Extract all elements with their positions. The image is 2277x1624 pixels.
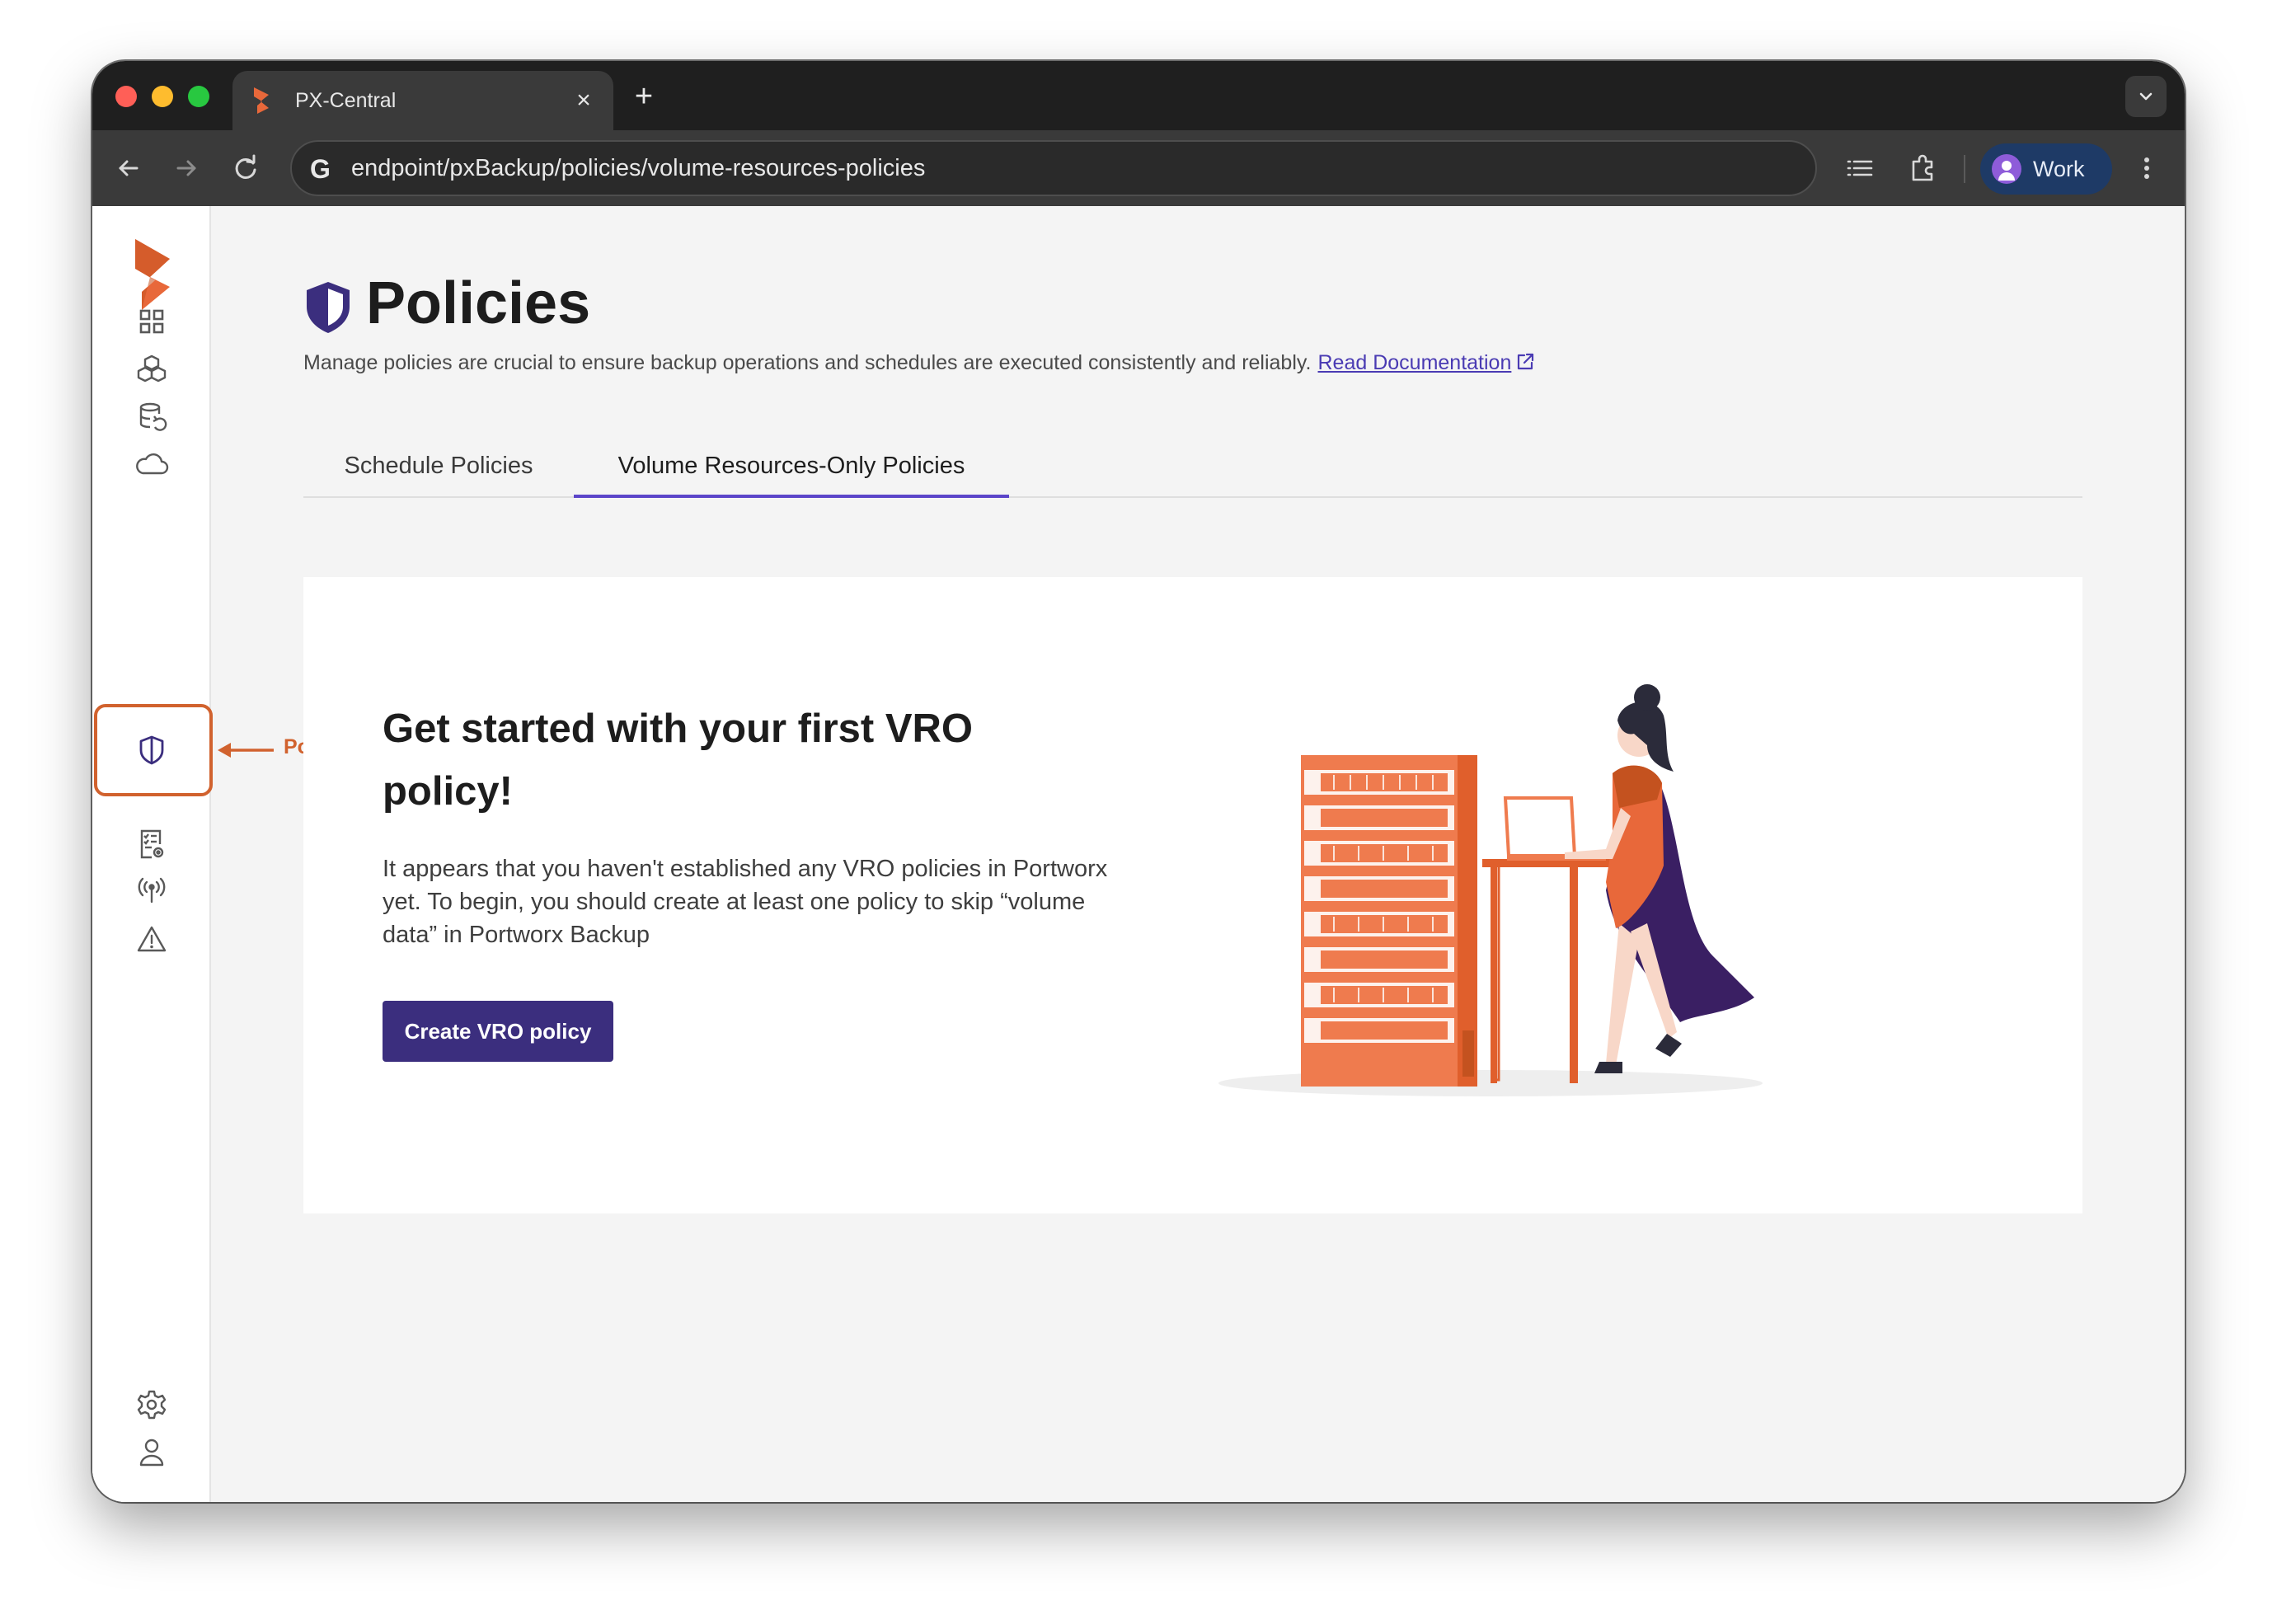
sidebar-item-rules[interactable] xyxy=(127,819,176,869)
reload-button[interactable] xyxy=(228,150,264,186)
forward-button[interactable] xyxy=(168,150,204,186)
policy-tabs: Schedule Policies Volume Resources-Only … xyxy=(303,442,2082,498)
browser-toolbar: G endpoint/pxBackup/policies/volume-reso… xyxy=(92,130,2185,206)
empty-state-card: Get started with your first VRO policy! … xyxy=(303,577,2082,1213)
new-tab-button[interactable]: + xyxy=(630,81,658,112)
address-bar[interactable]: G endpoint/pxBackup/policies/volume-reso… xyxy=(290,140,1817,196)
profile-label: Work xyxy=(2033,157,2085,181)
chevron-down-icon xyxy=(2139,92,2153,101)
close-window-button[interactable] xyxy=(115,86,137,107)
create-vro-policy-button[interactable]: Create VRO policy xyxy=(383,1001,613,1062)
sidebar-item-settings[interactable] xyxy=(127,1380,176,1429)
more-vertical-icon xyxy=(2144,157,2149,179)
px-central-app: Policies Policies Manage policies are cr… xyxy=(92,206,2185,1502)
sidebar-item-backups[interactable] xyxy=(127,392,176,442)
browser-tab-px-central[interactable]: PX-Central × xyxy=(232,71,613,130)
sidebar-item-profile[interactable] xyxy=(127,1428,176,1477)
browser-window: PX-Central × + G endpoint/pxBackup/polic… xyxy=(92,61,2185,1502)
maximize-window-button[interactable] xyxy=(188,86,209,107)
sidebar-item-clusters[interactable] xyxy=(127,345,176,394)
minimize-window-button[interactable] xyxy=(152,86,173,107)
sidebar-item-monitoring[interactable] xyxy=(127,867,176,917)
backup-database-icon xyxy=(139,402,167,431)
tab-search-button[interactable] xyxy=(2125,76,2167,117)
person-at-server-illustration xyxy=(1218,684,1763,1096)
google-g-icon: G xyxy=(310,154,331,184)
page-description-text: Manage policies are crucial to ensure ba… xyxy=(303,351,1312,374)
read-documentation-link[interactable]: Read Documentation xyxy=(1318,351,1537,374)
user-profile-icon xyxy=(139,1439,164,1467)
puzzle-piece-icon xyxy=(1912,154,1933,181)
cloud-icon xyxy=(136,453,169,475)
rules-checklist-icon xyxy=(140,829,164,859)
signal-antenna-icon xyxy=(138,877,166,904)
policies-shield-icon xyxy=(307,282,350,333)
sidebar xyxy=(92,206,213,1502)
profile-avatar xyxy=(1992,154,2021,184)
reading-list-button[interactable] xyxy=(1843,152,1876,185)
browser-tab-strip: PX-Central × + xyxy=(92,61,2185,130)
empty-state-heading: Get started with your first VRO policy! xyxy=(383,706,974,814)
alert-warning-icon xyxy=(137,926,167,952)
sidebar-item-cloud[interactable] xyxy=(127,440,176,490)
empty-state-body: It appears that you haven't established … xyxy=(383,856,1108,948)
tab-schedule-policies[interactable]: Schedule Policies xyxy=(303,442,574,498)
back-button[interactable] xyxy=(110,150,147,186)
browser-menu-button[interactable] xyxy=(2130,152,2163,185)
address-url[interactable]: endpoint/pxBackup/policies/volume-resour… xyxy=(351,142,925,195)
profile-button[interactable]: Work xyxy=(1980,143,2112,195)
settings-gear-icon xyxy=(137,1390,167,1420)
tab-volume-resources-only-policies[interactable]: Volume Resources-Only Policies xyxy=(574,442,1009,498)
extensions-button[interactable] xyxy=(1906,152,1939,185)
policies-highlight-frame xyxy=(94,704,213,796)
close-tab-icon[interactable]: × xyxy=(572,88,595,113)
avatar-figure-icon xyxy=(1998,161,2015,181)
browser-tab-title: PX-Central xyxy=(295,89,397,112)
page-description: Manage policies are crucial to ensure ba… xyxy=(303,351,1536,375)
sidebar-item-dashboard[interactable] xyxy=(127,297,176,346)
arrow-right-icon xyxy=(176,160,196,176)
reload-icon xyxy=(235,154,256,179)
list-icon xyxy=(1847,160,1873,176)
external-link-icon xyxy=(1518,353,1534,370)
page-title: Policies xyxy=(366,270,591,336)
dashboard-grid-icon xyxy=(139,309,164,334)
main-content: Policies Manage policies are crucial to … xyxy=(211,206,2185,1502)
arrow-left-icon xyxy=(119,160,138,176)
read-documentation-label: Read Documentation xyxy=(1317,351,1512,374)
sidebar-item-alerts[interactable] xyxy=(127,915,176,965)
clusters-cubes-icon xyxy=(137,354,167,383)
portworx-favicon-icon xyxy=(254,87,269,114)
toolbar-divider xyxy=(1964,155,1965,183)
